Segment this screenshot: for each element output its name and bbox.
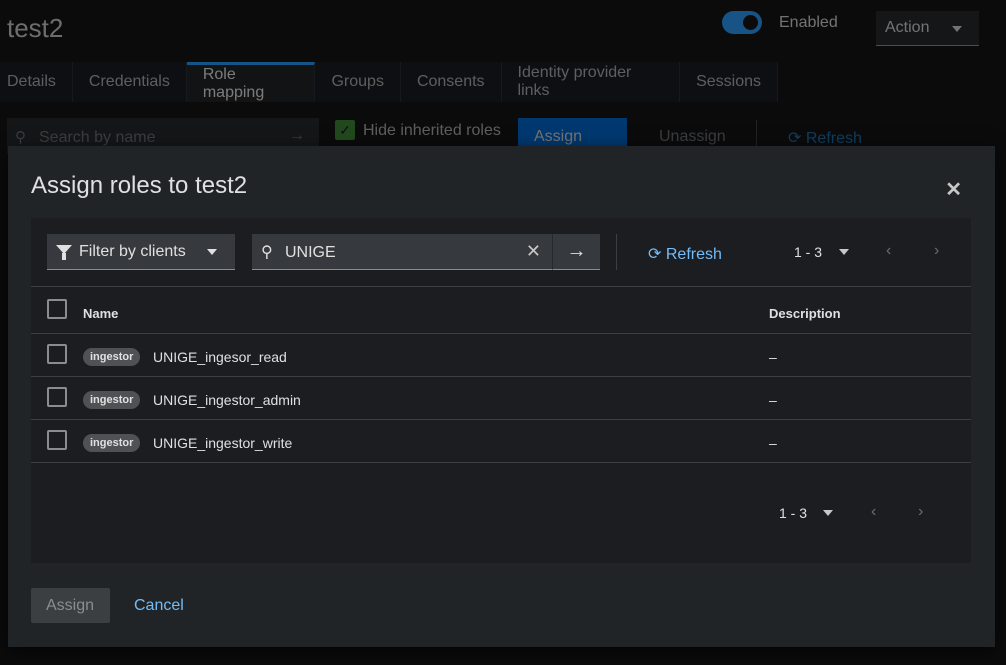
modal-refresh-button[interactable]: ⟳ Refresh <box>648 244 722 264</box>
search-submit-button[interactable]: → <box>552 234 600 270</box>
chevron-down-icon <box>207 249 217 255</box>
client-badge: ingestor <box>83 391 141 409</box>
roles-search-input[interactable]: ⚲ UNIGE ✕ <box>252 234 552 270</box>
assign-button[interactable]: Assign <box>31 588 110 623</box>
row-checkbox[interactable] <box>47 430 67 450</box>
table-header: Name Description <box>31 286 971 334</box>
angle-right-icon[interactable]: › <box>934 242 939 260</box>
role-name: UNIGE_ingestor_write <box>153 435 293 451</box>
role-description: – <box>769 349 777 365</box>
table-row: ingestor UNIGE_ingestor_write – <box>31 420 971 463</box>
chevron-down-icon[interactable] <box>839 249 849 255</box>
client-badge: ingestor <box>83 348 141 366</box>
row-checkbox[interactable] <box>47 344 67 364</box>
role-name: UNIGE_ingesor_read <box>153 349 287 365</box>
angle-left-icon[interactable]: ‹ <box>886 242 891 260</box>
role-description: – <box>769 392 777 408</box>
roles-table-panel: Filter by clients ⚲ UNIGE ✕ → ⟳ Refresh … <box>31 218 971 563</box>
role-description: – <box>769 435 777 451</box>
cancel-button[interactable]: Cancel <box>134 597 184 615</box>
modal-title: Assign roles to test2 <box>31 172 248 199</box>
column-name-header: Name <box>83 306 119 321</box>
row-checkbox[interactable] <box>47 387 67 407</box>
close-icon[interactable]: ✕ <box>945 177 962 202</box>
select-all-checkbox[interactable] <box>47 299 67 319</box>
table-row: ingestor UNIGE_ingestor_admin – <box>31 377 971 420</box>
role-name: UNIGE_ingestor_admin <box>153 392 301 408</box>
table-row: ingestor UNIGE_ingesor_read – <box>31 334 971 377</box>
filter-label: Filter by clients <box>79 243 186 260</box>
assign-roles-modal: Assign roles to test2 ✕ Filter by client… <box>8 146 995 647</box>
clear-search-icon[interactable]: ✕ <box>526 241 541 262</box>
pagination-toggle-bottom[interactable]: 1 - 3 <box>779 505 807 521</box>
angle-right-icon[interactable]: › <box>918 503 923 521</box>
column-description-header: Description <box>769 306 841 321</box>
search-icon: ⚲ <box>261 244 273 261</box>
search-value: UNIGE <box>285 244 336 261</box>
filter-icon-stem <box>62 253 66 260</box>
refresh-icon: ⟳ <box>648 246 662 263</box>
client-badge: ingestor <box>83 434 141 452</box>
angle-left-icon[interactable]: ‹ <box>871 503 876 521</box>
filter-dropdown[interactable]: Filter by clients <box>47 234 235 270</box>
refresh-label: Refresh <box>665 246 722 263</box>
pagination-toggle-top[interactable]: 1 - 3 <box>794 244 822 260</box>
toolbar-divider <box>616 234 617 270</box>
chevron-down-icon[interactable] <box>823 510 833 516</box>
arrow-right-icon: → <box>566 240 587 262</box>
